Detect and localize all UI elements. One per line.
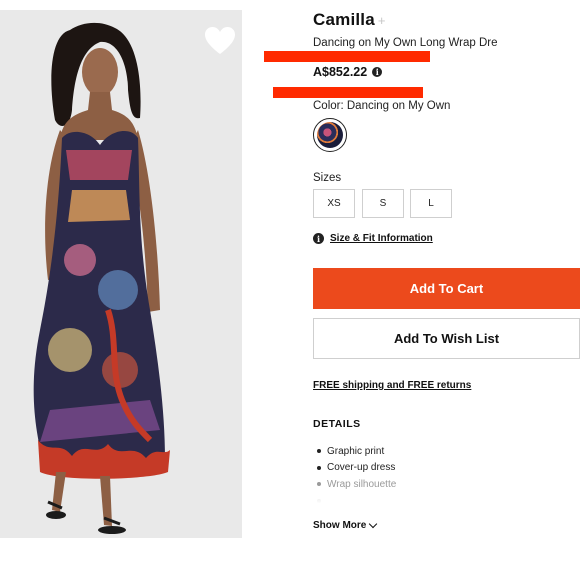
list-item: Graphic print bbox=[317, 443, 396, 460]
heart-icon[interactable] bbox=[204, 26, 236, 56]
add-to-cart-button[interactable]: Add To Cart bbox=[313, 268, 580, 309]
brand-name[interactable]: Camilla + bbox=[313, 10, 386, 30]
size-option-s[interactable]: S bbox=[362, 189, 404, 218]
brand-label: Camilla bbox=[313, 10, 375, 29]
model-photo bbox=[0, 10, 242, 538]
details-heading: DETAILS bbox=[313, 418, 361, 430]
sizes-label: Sizes bbox=[313, 172, 342, 184]
follow-brand-icon[interactable]: + bbox=[378, 13, 386, 28]
product-price: A$852.22 i bbox=[313, 65, 383, 79]
swatch-image bbox=[317, 122, 343, 148]
color-swatch[interactable] bbox=[313, 118, 347, 152]
show-more-button[interactable]: Show More bbox=[313, 519, 378, 531]
list-item: Cover-up dress bbox=[317, 460, 396, 477]
redaction-bar bbox=[273, 87, 423, 98]
chevron-down-icon bbox=[369, 519, 378, 529]
show-more-label: Show More bbox=[313, 520, 367, 531]
color-label: Color: Dancing on My Own bbox=[313, 100, 451, 112]
size-fit-link[interactable]: Size & Fit Information bbox=[330, 233, 433, 244]
size-option-l[interactable]: L bbox=[410, 189, 452, 218]
size-fit-info: i Size & Fit Information bbox=[313, 233, 433, 244]
product-name: Dancing on My Own Long Wrap Dre bbox=[313, 37, 498, 49]
size-option-xs[interactable]: XS bbox=[313, 189, 355, 218]
details-fade-overlay bbox=[313, 488, 513, 504]
add-to-wish-list-button[interactable]: Add To Wish List bbox=[313, 318, 580, 359]
shipping-link[interactable]: FREE shipping and FREE returns bbox=[313, 380, 471, 391]
price-value: A$852.22 bbox=[313, 65, 368, 79]
product-image[interactable] bbox=[0, 10, 242, 538]
redaction-bar bbox=[264, 51, 430, 62]
info-icon: i bbox=[313, 233, 324, 244]
info-icon[interactable]: i bbox=[372, 67, 383, 77]
